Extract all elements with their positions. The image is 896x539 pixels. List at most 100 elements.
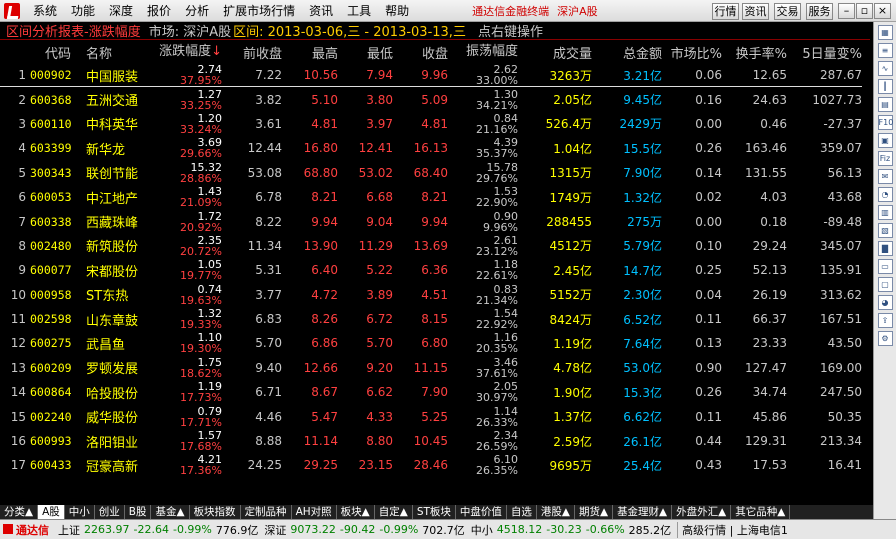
service-button[interactable]: 服务 [806, 3, 833, 20]
minimize-icon[interactable]: – [838, 3, 855, 19]
trade-button[interactable]: 交易 [774, 3, 801, 20]
list-icon[interactable]: ≡ [877, 43, 893, 58]
table-row[interactable]: 2 600368 五洲交通 1.27 33.25% 3.82 5.10 3.80 5.09 1.3… [0, 87, 862, 111]
category-tab[interactable]: 其它品种▲ [731, 505, 791, 519]
header-pct[interactable]: 涨跌幅度↓ [158, 41, 222, 63]
table-row[interactable]: 15 002240 威华股份 0.79 17.71% 4.46 5.47 4.33 5.25 1.… [0, 404, 862, 428]
header-name[interactable]: 名称 [86, 43, 158, 62]
sh-index-label[interactable]: 上证 [58, 522, 80, 538]
category-tab[interactable]: 中小 [65, 505, 95, 519]
line-chart-icon[interactable]: ∿ [877, 61, 893, 76]
table-row[interactable]: 8 002480 新筑股份 2.35 20.72% 11.34 13.90 11.29 13.6… [0, 234, 862, 258]
header-market-ratio[interactable]: 市场比% [662, 43, 722, 62]
header-5day-volume-change[interactable]: 5日量变% [787, 43, 862, 62]
category-tab[interactable]: ST板块 [413, 505, 456, 519]
prev-close: 6.83 [255, 312, 282, 327]
table-scrollbar[interactable] [862, 41, 870, 495]
category-tab[interactable]: 基金▲ [151, 505, 190, 519]
header-amplitude[interactable]: 振荡幅度 [448, 41, 518, 63]
menu-extended-market[interactable]: 扩展市场行情 [216, 0, 302, 22]
alarm-icon[interactable]: ◔ [877, 187, 893, 202]
news-button[interactable]: 资讯 [742, 3, 769, 20]
row-index: 7 [18, 214, 26, 229]
header-code[interactable]: 代码 [30, 43, 86, 62]
table-row[interactable]: 10 000958 ST东热 0.74 19.63% 3.77 4.72 3.89 4.51 0.… [0, 283, 862, 307]
category-tab[interactable]: AH对照 [292, 505, 337, 519]
header-low[interactable]: 最低 [338, 43, 393, 62]
box-icon[interactable]: ▢ [877, 277, 893, 292]
menu-quote[interactable]: 报价 [140, 0, 178, 22]
folder-icon[interactable]: ▭ [877, 259, 893, 274]
table-row[interactable]: 6 600053 中江地产 1.43 21.09% 6.78 8.21 6.68 8.21 1.5… [0, 185, 862, 209]
header-prev-close[interactable]: 前收盘 [222, 43, 282, 62]
category-tab[interactable]: 港股▲ [537, 505, 575, 519]
header-turnover[interactable]: 换手率% [722, 43, 787, 62]
table-row[interactable]: 17 600433 冠豪高新 4.21 17.36% 24.25 29.25 23.15 28.… [0, 453, 862, 477]
amount: 15.3亿 [623, 385, 662, 400]
table-row[interactable]: 9 600077 宋都股份 1.05 19.77% 5.31 6.40 5.22 6.36 1.1… [0, 258, 862, 282]
table-row[interactable]: 4 603399 新华龙 3.69 29.66% 12.44 16.80 12.41 16.13… [0, 136, 862, 160]
stock-name: 哈投股份 [86, 386, 139, 402]
calc-icon[interactable]: ▧ [877, 223, 893, 238]
category-tab[interactable]: 基金理财▲ [613, 505, 673, 519]
table-icon[interactable]: ▤ [877, 97, 893, 112]
zx-index-label[interactable]: 中小 [471, 522, 493, 538]
table-row[interactable]: 1 000902 中国服装 2.74 37.95% 7.22 10.56 7.94 9.96 2.… [0, 63, 862, 88]
category-tab[interactable]: 分类▲ [0, 505, 39, 519]
table-row[interactable]: 3 600110 中科英华 1.20 33.24% 3.61 4.81 3.97 4.81 0.8… [0, 112, 862, 136]
amplitude-cell: 1.53 22.90% [448, 186, 518, 208]
category-tab[interactable]: 外盘外汇▲ [672, 505, 732, 519]
grid-icon[interactable]: ▦ [877, 25, 893, 40]
table-row[interactable]: 12 600275 武昌鱼 1.10 19.30% 5.70 6.86 5.70 6.80 1.1… [0, 331, 862, 355]
header-amount[interactable]: 总金额 [592, 43, 662, 62]
menu-help[interactable]: 帮助 [378, 0, 416, 22]
category-tab[interactable]: 板块▲ [337, 505, 375, 519]
category-tab[interactable]: B股 [125, 505, 152, 519]
category-tab[interactable]: 自定▲ [375, 505, 413, 519]
category-tab[interactable]: 创业 [95, 505, 125, 519]
menu-system[interactable]: 系统 [26, 0, 64, 22]
category-tab[interactable]: 板块指数 [190, 505, 241, 519]
fiz-icon[interactable]: Fiz [877, 151, 893, 166]
category-tab[interactable]: A股 [38, 505, 65, 519]
table-row[interactable]: 16 600993 洛阳钼业 1.57 17.68% 8.88 11.14 8.80 10.45… [0, 429, 862, 453]
menu-depth[interactable]: 深度 [102, 0, 140, 22]
menu-news[interactable]: 资讯 [302, 0, 340, 22]
turnover: 23.33 [752, 336, 787, 351]
menu-function[interactable]: 功能 [64, 0, 102, 22]
category-tab[interactable]: 定制品种 [241, 505, 292, 519]
volume: 2.05亿 [553, 93, 592, 108]
header-high[interactable]: 最高 [282, 43, 338, 62]
sz-index-change: -90.42 [339, 523, 376, 536]
category-tab[interactable]: 期货▲ [575, 505, 614, 519]
restore-icon[interactable]: ▫ [856, 3, 873, 19]
export-icon[interactable]: ⇪ [877, 313, 893, 328]
connection-status[interactable]: 高级行情 | 上海电信1 [677, 521, 788, 538]
news-icon[interactable]: ✉ [877, 169, 893, 184]
quote-button[interactable]: 行情 [712, 3, 739, 20]
table-row[interactable]: 11 002598 山东章鼓 1.32 19.33% 6.83 8.26 6.72 8.15 1.… [0, 307, 862, 331]
row-index: 12 [10, 336, 26, 351]
stock-name: 新华龙 [86, 142, 126, 158]
header-close[interactable]: 收盘 [393, 43, 448, 62]
pie-chart-icon[interactable]: ◕ [877, 295, 893, 310]
close-icon[interactable]: × [874, 3, 891, 19]
settings-icon[interactable]: ⚙ [877, 331, 893, 346]
candlestick-icon[interactable]: ┃ [877, 79, 893, 94]
bar-chart-icon[interactable]: ▇ [877, 241, 893, 256]
table-row[interactable]: 14 600864 哈投股份 1.19 17.73% 6.71 8.67 6.62 7.90 2.… [0, 380, 862, 404]
header-volume[interactable]: 成交量 [518, 43, 592, 62]
category-tab[interactable]: 自选 [507, 505, 537, 519]
category-tab[interactable]: 中盘价值 [456, 505, 507, 519]
market-ratio: 0.11 [695, 409, 722, 424]
table-row[interactable]: 5 300343 联创节能 15.32 28.86% 53.08 68.80 53.02 68.… [0, 161, 862, 185]
sz-index-label[interactable]: 深证 [264, 522, 286, 538]
doc-icon[interactable]: ▣ [877, 133, 893, 148]
turnover: 34.74 [752, 385, 787, 400]
table-row[interactable]: 7 600338 西藏珠峰 1.72 20.92% 8.22 9.94 9.04 9.94 0.9… [0, 209, 862, 233]
f10-icon[interactable]: F10 [877, 115, 893, 130]
table-row[interactable]: 13 600209 罗顿发展 1.75 18.62% 9.40 12.66 9.20 11.15… [0, 356, 862, 380]
menu-tools[interactable]: 工具 [340, 0, 378, 22]
menu-analysis[interactable]: 分析 [178, 0, 216, 22]
stock-icon[interactable]: ▥ [877, 205, 893, 220]
